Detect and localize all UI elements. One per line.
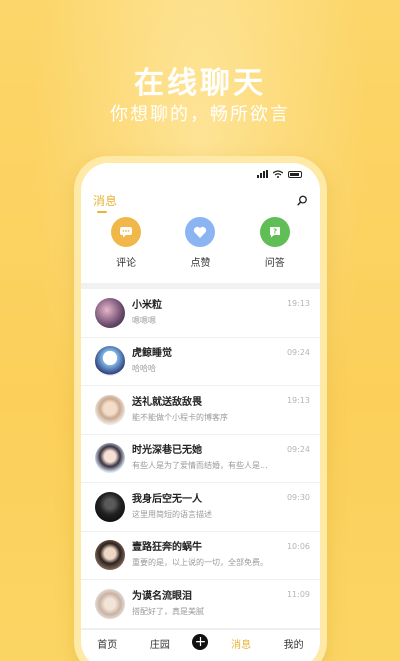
comment-icon xyxy=(111,217,142,247)
avatar xyxy=(95,346,125,377)
add-button[interactable]: + xyxy=(192,634,209,650)
avatar xyxy=(95,540,125,571)
top-bar: 消息 xyxy=(81,185,320,215)
message-time: 19:13 xyxy=(286,396,310,405)
avatar xyxy=(95,394,125,425)
message-preview: 这里用简短的语言描述 xyxy=(132,509,212,519)
message-row[interactable]: 我身后空无一人 这里用简短的语言描述 09:30 xyxy=(81,483,320,532)
tab-messages[interactable]: 消息 xyxy=(93,192,117,213)
quick-action-label: 评论 xyxy=(116,258,137,269)
contact-name: 小米粒 xyxy=(132,299,162,311)
signal-icon xyxy=(257,170,268,178)
contact-name: 虎鲸睡觉 xyxy=(132,348,172,360)
quick-action-like[interactable]: 点赞 xyxy=(170,217,230,283)
quick-action-label: 点赞 xyxy=(190,258,211,269)
message-time: 19:13 xyxy=(286,299,310,308)
svg-text:?: ? xyxy=(273,228,277,236)
nav-home[interactable]: 首页 xyxy=(87,636,127,651)
avatar xyxy=(95,443,125,474)
heart-icon xyxy=(185,217,216,247)
phone-frame: 消息 评论 点赞 ? 问答 小米粒 嗯嗯嗯 19:13 虎鲸睡觉 哈哈哈 09:… xyxy=(74,156,327,661)
message-preview: 重要的是，以上说的一切，全部免费。 xyxy=(132,558,268,568)
status-bar xyxy=(81,163,320,185)
message-preview: 嗯嗯嗯 xyxy=(132,315,156,325)
message-time: 09:24 xyxy=(286,444,310,454)
quick-action-qa[interactable]: ? 问答 xyxy=(245,217,305,283)
message-row[interactable]: 小米粒 嗯嗯嗯 19:13 xyxy=(81,289,320,338)
message-preview: 哈哈哈 xyxy=(132,364,156,374)
contact-name: 送礼就送敌敌畏 xyxy=(132,396,202,408)
contact-name: 为谟名流眼泪 xyxy=(132,590,192,602)
message-list: 小米粒 嗯嗯嗯 19:13 虎鲸睡觉 哈哈哈 09:24 送礼就送敌敌畏 能不能… xyxy=(81,289,320,629)
nav-garden[interactable]: 庄园 xyxy=(140,636,180,651)
quick-action-label: 问答 xyxy=(264,258,285,269)
quick-actions: 评论 点赞 ? 问答 xyxy=(81,215,320,283)
message-row[interactable]: 送礼就送敌敌畏 能不能做个小程卡的博客序 19:13 xyxy=(81,386,320,435)
message-time: 09:24 xyxy=(286,347,310,357)
message-preview: 有些人是为了爱情而结婚，有些人是... xyxy=(132,461,268,471)
message-row[interactable]: 时光深巷已无她 有些人是为了爱情而结婚，有些人是... 09:24 xyxy=(81,435,320,483)
contact-name: 我身后空无一人 xyxy=(132,493,202,505)
message-time: 10:06 xyxy=(286,541,310,551)
promo-title: 在线聊天 xyxy=(134,66,266,101)
nav-mine[interactable]: 我的 xyxy=(274,636,314,651)
message-time: 09:30 xyxy=(286,493,310,502)
avatar xyxy=(95,491,125,522)
battery-icon xyxy=(288,170,302,178)
contact-name: 壹路狂奔的蜗牛 xyxy=(132,542,202,554)
question-icon: ? xyxy=(259,217,290,247)
promo-subtitle: 你想聊的，畅所欲言 xyxy=(110,104,290,125)
message-row[interactable]: 壹路狂奔的蜗牛 重要的是，以上说的一切，全部免费。 10:06 xyxy=(81,532,320,580)
contact-name: 时光深巷已无她 xyxy=(132,445,202,457)
nav-messages[interactable]: 消息 xyxy=(221,636,261,651)
message-preview: 能不能做个小程卡的博客序 xyxy=(132,412,228,422)
quick-action-comment[interactable]: 评论 xyxy=(96,217,156,283)
message-row[interactable]: 虎鲸睡觉 哈哈哈 09:24 xyxy=(81,338,320,386)
avatar xyxy=(95,588,125,619)
message-row[interactable]: 为谟名流眼泪 搭配好了，真是美腻 11:09 xyxy=(81,580,320,629)
wifi-icon xyxy=(273,170,283,178)
phone-screen: 消息 评论 点赞 ? 问答 小米粒 嗯嗯嗯 19:13 虎鲸睡觉 哈哈哈 09:… xyxy=(81,163,320,661)
message-time: 11:09 xyxy=(286,590,310,599)
avatar xyxy=(95,297,125,328)
message-preview: 搭配好了，真是美腻 xyxy=(132,606,204,616)
search-icon[interactable] xyxy=(297,195,308,206)
bottom-nav: 首页 庄园 + 消息 我的 xyxy=(81,629,320,661)
